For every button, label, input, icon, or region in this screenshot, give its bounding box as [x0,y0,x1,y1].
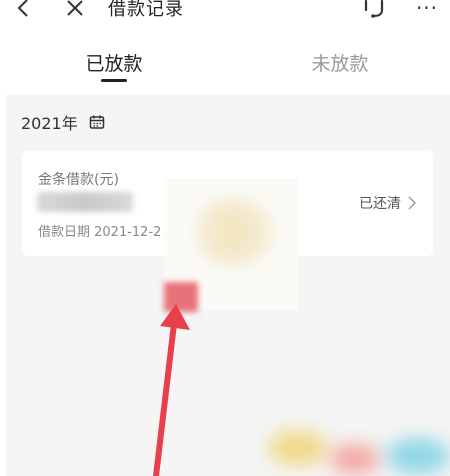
back-button[interactable] [16,0,38,26]
calendar-icon [89,115,104,129]
blurred-decoration [268,430,328,466]
tab-not-disbursed[interactable]: 未放款 [300,40,380,84]
blurred-decoration [386,438,450,474]
close-icon [67,0,83,16]
active-tab-indicator [101,79,127,82]
close-button[interactable] [66,0,88,26]
chevron-right-icon [408,196,416,210]
blurred-decoration [330,444,380,474]
more-icon: ··· [415,0,439,20]
customer-service-icon [364,0,384,18]
calendar-button[interactable] [88,113,106,131]
more-button[interactable]: ··· [414,0,440,26]
tab-bar: 已放款 未放款 [0,40,450,92]
status-text: 已还清 [359,196,401,212]
customer-service-button[interactable] [358,0,390,26]
loan-type-label: 金条借款(元) [38,172,119,188]
annotation-arrow [153,304,190,476]
loan-date: 借款日期 2021-12-2 [38,225,162,240]
year-filter: 2021年 [21,110,106,134]
repayment-status: 已还清 [359,193,417,213]
page-title: 借款记录 [108,0,184,20]
top-nav: 借款记录 ··· [0,0,450,26]
year-label: 2021年 [21,114,78,133]
tab-disbursed[interactable]: 已放款 [78,40,150,84]
loan-amount-redacted [37,192,133,212]
back-icon [17,0,28,17]
